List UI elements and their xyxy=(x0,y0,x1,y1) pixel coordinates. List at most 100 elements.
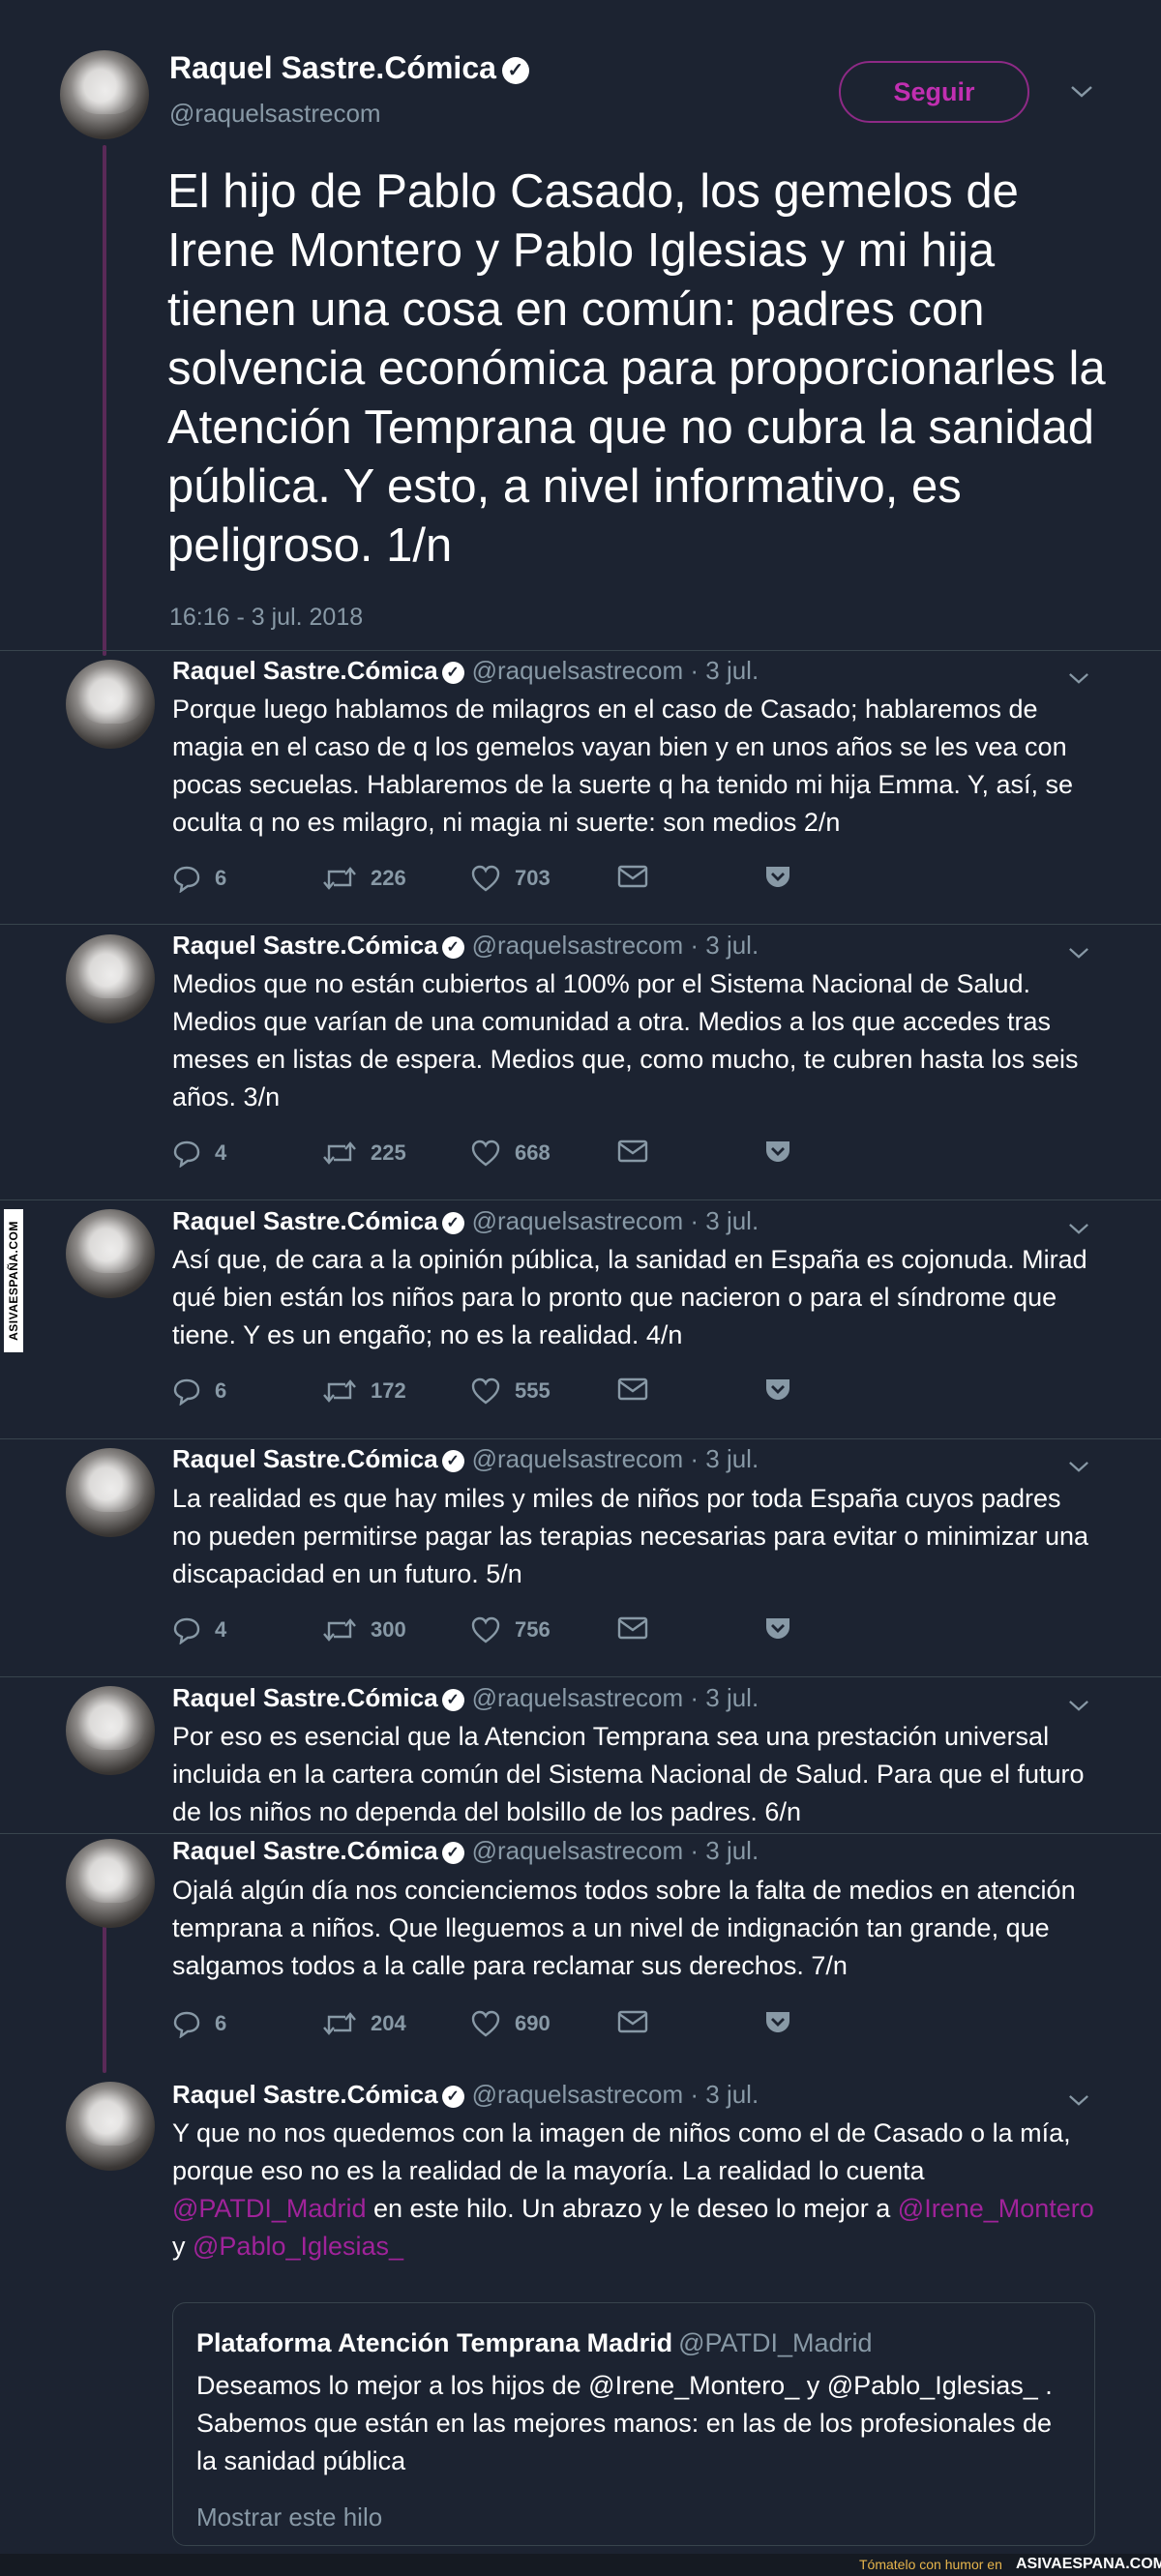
chevron-down-icon[interactable] xyxy=(1068,2087,1089,2113)
like-button[interactable]: 703 xyxy=(470,864,551,893)
author-name[interactable]: Raquel Sastre.Cómica xyxy=(172,656,438,685)
author-name[interactable]: Raquel Sastre.Cómica xyxy=(172,1836,438,1865)
pocket-icon xyxy=(766,1141,789,1162)
author-handle[interactable]: @raquelsastrecom · 3 jul. xyxy=(472,1836,759,1865)
retweet-button[interactable]: 172 xyxy=(322,1377,406,1406)
avatar[interactable] xyxy=(66,660,155,749)
author-name[interactable]: Raquel Sastre.Cómica xyxy=(172,2080,438,2109)
envelope-icon xyxy=(617,1377,648,1401)
save-button[interactable] xyxy=(764,1139,791,1164)
tweet-timestamp[interactable]: 16:16 - 3 jul. 2018 xyxy=(169,604,363,632)
footer-watermark: Tómatelo con humor en ASIVAESPANA.COM xyxy=(0,2554,1161,2576)
pocket-icon xyxy=(766,1618,789,1639)
author-handle[interactable]: @raquelsastrecom · 3 jul. xyxy=(472,1444,759,1473)
chevron-down-icon[interactable] xyxy=(1068,1454,1089,1479)
message-button[interactable] xyxy=(617,2009,648,2034)
author-name[interactable]: Raquel Sastre.Cómica xyxy=(172,1683,438,1712)
verified-badge-icon: ✓ xyxy=(441,935,464,959)
show-thread-link[interactable]: Mostrar este hilo xyxy=(196,2502,382,2532)
avatar[interactable] xyxy=(66,1686,155,1775)
divider xyxy=(0,1199,1161,1200)
tweet-text: La realidad es que hay miles y miles de … xyxy=(172,1484,1088,1588)
reply-button[interactable]: 4 xyxy=(172,1139,226,1168)
reply-button[interactable]: 6 xyxy=(172,1377,226,1406)
author-handle[interactable]: @raquelsastrecom · 3 jul. xyxy=(472,2080,759,2109)
retweet-icon xyxy=(323,2012,356,2035)
mention-link[interactable]: @PATDI_Madrid xyxy=(172,2194,366,2223)
quoted-tweet[interactable]: Plataforma Atención Temprana Madrid @PATD… xyxy=(172,2302,1095,2546)
tweet-header: Raquel Sastre.Cómica ✓ @raquelsastrecom · … xyxy=(172,2080,759,2110)
footer-site-name: ASIVAESPANA.COM xyxy=(1016,2556,1161,2572)
tweet-text: Porque luego hablamos de milagros en el … xyxy=(172,695,1073,837)
envelope-icon xyxy=(617,1140,648,1163)
mention-link[interactable]: @Irene_Montero xyxy=(898,2194,1094,2223)
message-button[interactable] xyxy=(617,864,648,889)
heart-icon xyxy=(471,1140,500,1167)
author-name[interactable]: Raquel Sastre.Cómica xyxy=(172,931,438,960)
author-name[interactable]: Raquel Sastre.Cómica xyxy=(172,1206,438,1235)
chevron-down-icon[interactable] xyxy=(1068,666,1089,691)
tweet-actions: 6 226 703 xyxy=(172,864,811,893)
avatar[interactable] xyxy=(66,2082,155,2171)
footer-tagline: Tómatelo con humor en xyxy=(859,2557,1002,2572)
avatar[interactable] xyxy=(66,934,155,1023)
reply-button[interactable]: 6 xyxy=(172,2009,226,2038)
heart-icon xyxy=(471,865,500,892)
tweet-header: Raquel Sastre.Cómica ✓ @raquelsastrecom · … xyxy=(172,1206,759,1236)
like-button[interactable]: 668 xyxy=(470,1139,551,1168)
chevron-down-icon[interactable] xyxy=(1068,940,1089,965)
mention-link[interactable]: @Pablo_Iglesias_ xyxy=(193,2232,403,2261)
tweet-text: Así que, de cara a la opinión pública, l… xyxy=(172,1245,1087,1349)
divider xyxy=(0,1438,1161,1439)
envelope-icon xyxy=(617,1616,648,1640)
message-button[interactable] xyxy=(617,1377,648,1402)
verified-badge-icon: ✓ xyxy=(441,661,464,684)
verified-badge-icon: ✓ xyxy=(441,1688,464,1711)
pocket-icon xyxy=(766,867,789,887)
like-button[interactable]: 756 xyxy=(470,1615,551,1644)
tweet-actions: 4 225 668 xyxy=(172,1139,811,1168)
divider xyxy=(0,924,1161,925)
avatar[interactable] xyxy=(60,50,149,139)
save-button[interactable] xyxy=(764,1377,791,1402)
author-handle[interactable]: @raquelsastrecom xyxy=(169,99,381,129)
message-button[interactable] xyxy=(617,1615,648,1641)
author-handle[interactable]: @raquelsastrecom · 3 jul. xyxy=(472,1683,759,1712)
quoted-tweet-header: Plataforma Atención Temprana Madrid @PATD… xyxy=(196,2328,873,2358)
reply-icon xyxy=(173,2011,200,2038)
author-handle[interactable]: @raquelsastrecom · 3 jul. xyxy=(472,656,759,685)
like-button[interactable]: 555 xyxy=(470,1377,551,1406)
retweet-button[interactable]: 300 xyxy=(322,1615,406,1644)
avatar[interactable] xyxy=(66,1209,155,1298)
save-button[interactable] xyxy=(764,864,791,889)
message-button[interactable] xyxy=(617,1139,648,1164)
chevron-down-icon[interactable] xyxy=(1070,79,1093,104)
save-button[interactable] xyxy=(764,2009,791,2034)
verified-badge-icon: ✓ xyxy=(501,56,529,84)
author-name[interactable]: Raquel Sastre.Cómica ✓ xyxy=(169,50,529,86)
follow-button[interactable]: Seguir xyxy=(839,61,1029,123)
tweet-text: Medios que no están cubiertos al 100% po… xyxy=(172,969,1079,1111)
side-watermark: ASIVAESPAÑA.COM xyxy=(4,1209,23,1352)
save-button[interactable] xyxy=(764,1615,791,1641)
chevron-down-icon[interactable] xyxy=(1068,1216,1089,1241)
verified-badge-icon: ✓ xyxy=(441,2085,464,2108)
retweet-button[interactable]: 226 xyxy=(322,864,406,893)
author-handle[interactable]: @raquelsastrecom · 3 jul. xyxy=(472,931,759,960)
author-handle[interactable]: @raquelsastrecom · 3 jul. xyxy=(472,1206,759,1235)
reply-button[interactable]: 4 xyxy=(172,1615,226,1644)
tweet-header: Raquel Sastre.Cómica ✓ @raquelsastrecom · … xyxy=(172,1444,759,1474)
retweet-button[interactable]: 225 xyxy=(322,1139,406,1168)
reply-icon xyxy=(173,1617,200,1644)
heart-icon xyxy=(471,1616,500,1643)
like-button[interactable]: 690 xyxy=(470,2009,551,2038)
retweet-icon xyxy=(323,1141,356,1165)
retweet-button[interactable]: 204 xyxy=(322,2009,406,2038)
quoted-tweet-text: Deseamos lo mejor a los hijos de @Irene_… xyxy=(196,2371,1053,2475)
avatar[interactable] xyxy=(66,1448,155,1537)
reply-button[interactable]: 6 xyxy=(172,864,226,893)
reply-icon xyxy=(173,1140,200,1168)
avatar[interactable] xyxy=(66,1839,155,1928)
chevron-down-icon[interactable] xyxy=(1068,1693,1089,1718)
author-name[interactable]: Raquel Sastre.Cómica xyxy=(172,1444,438,1473)
